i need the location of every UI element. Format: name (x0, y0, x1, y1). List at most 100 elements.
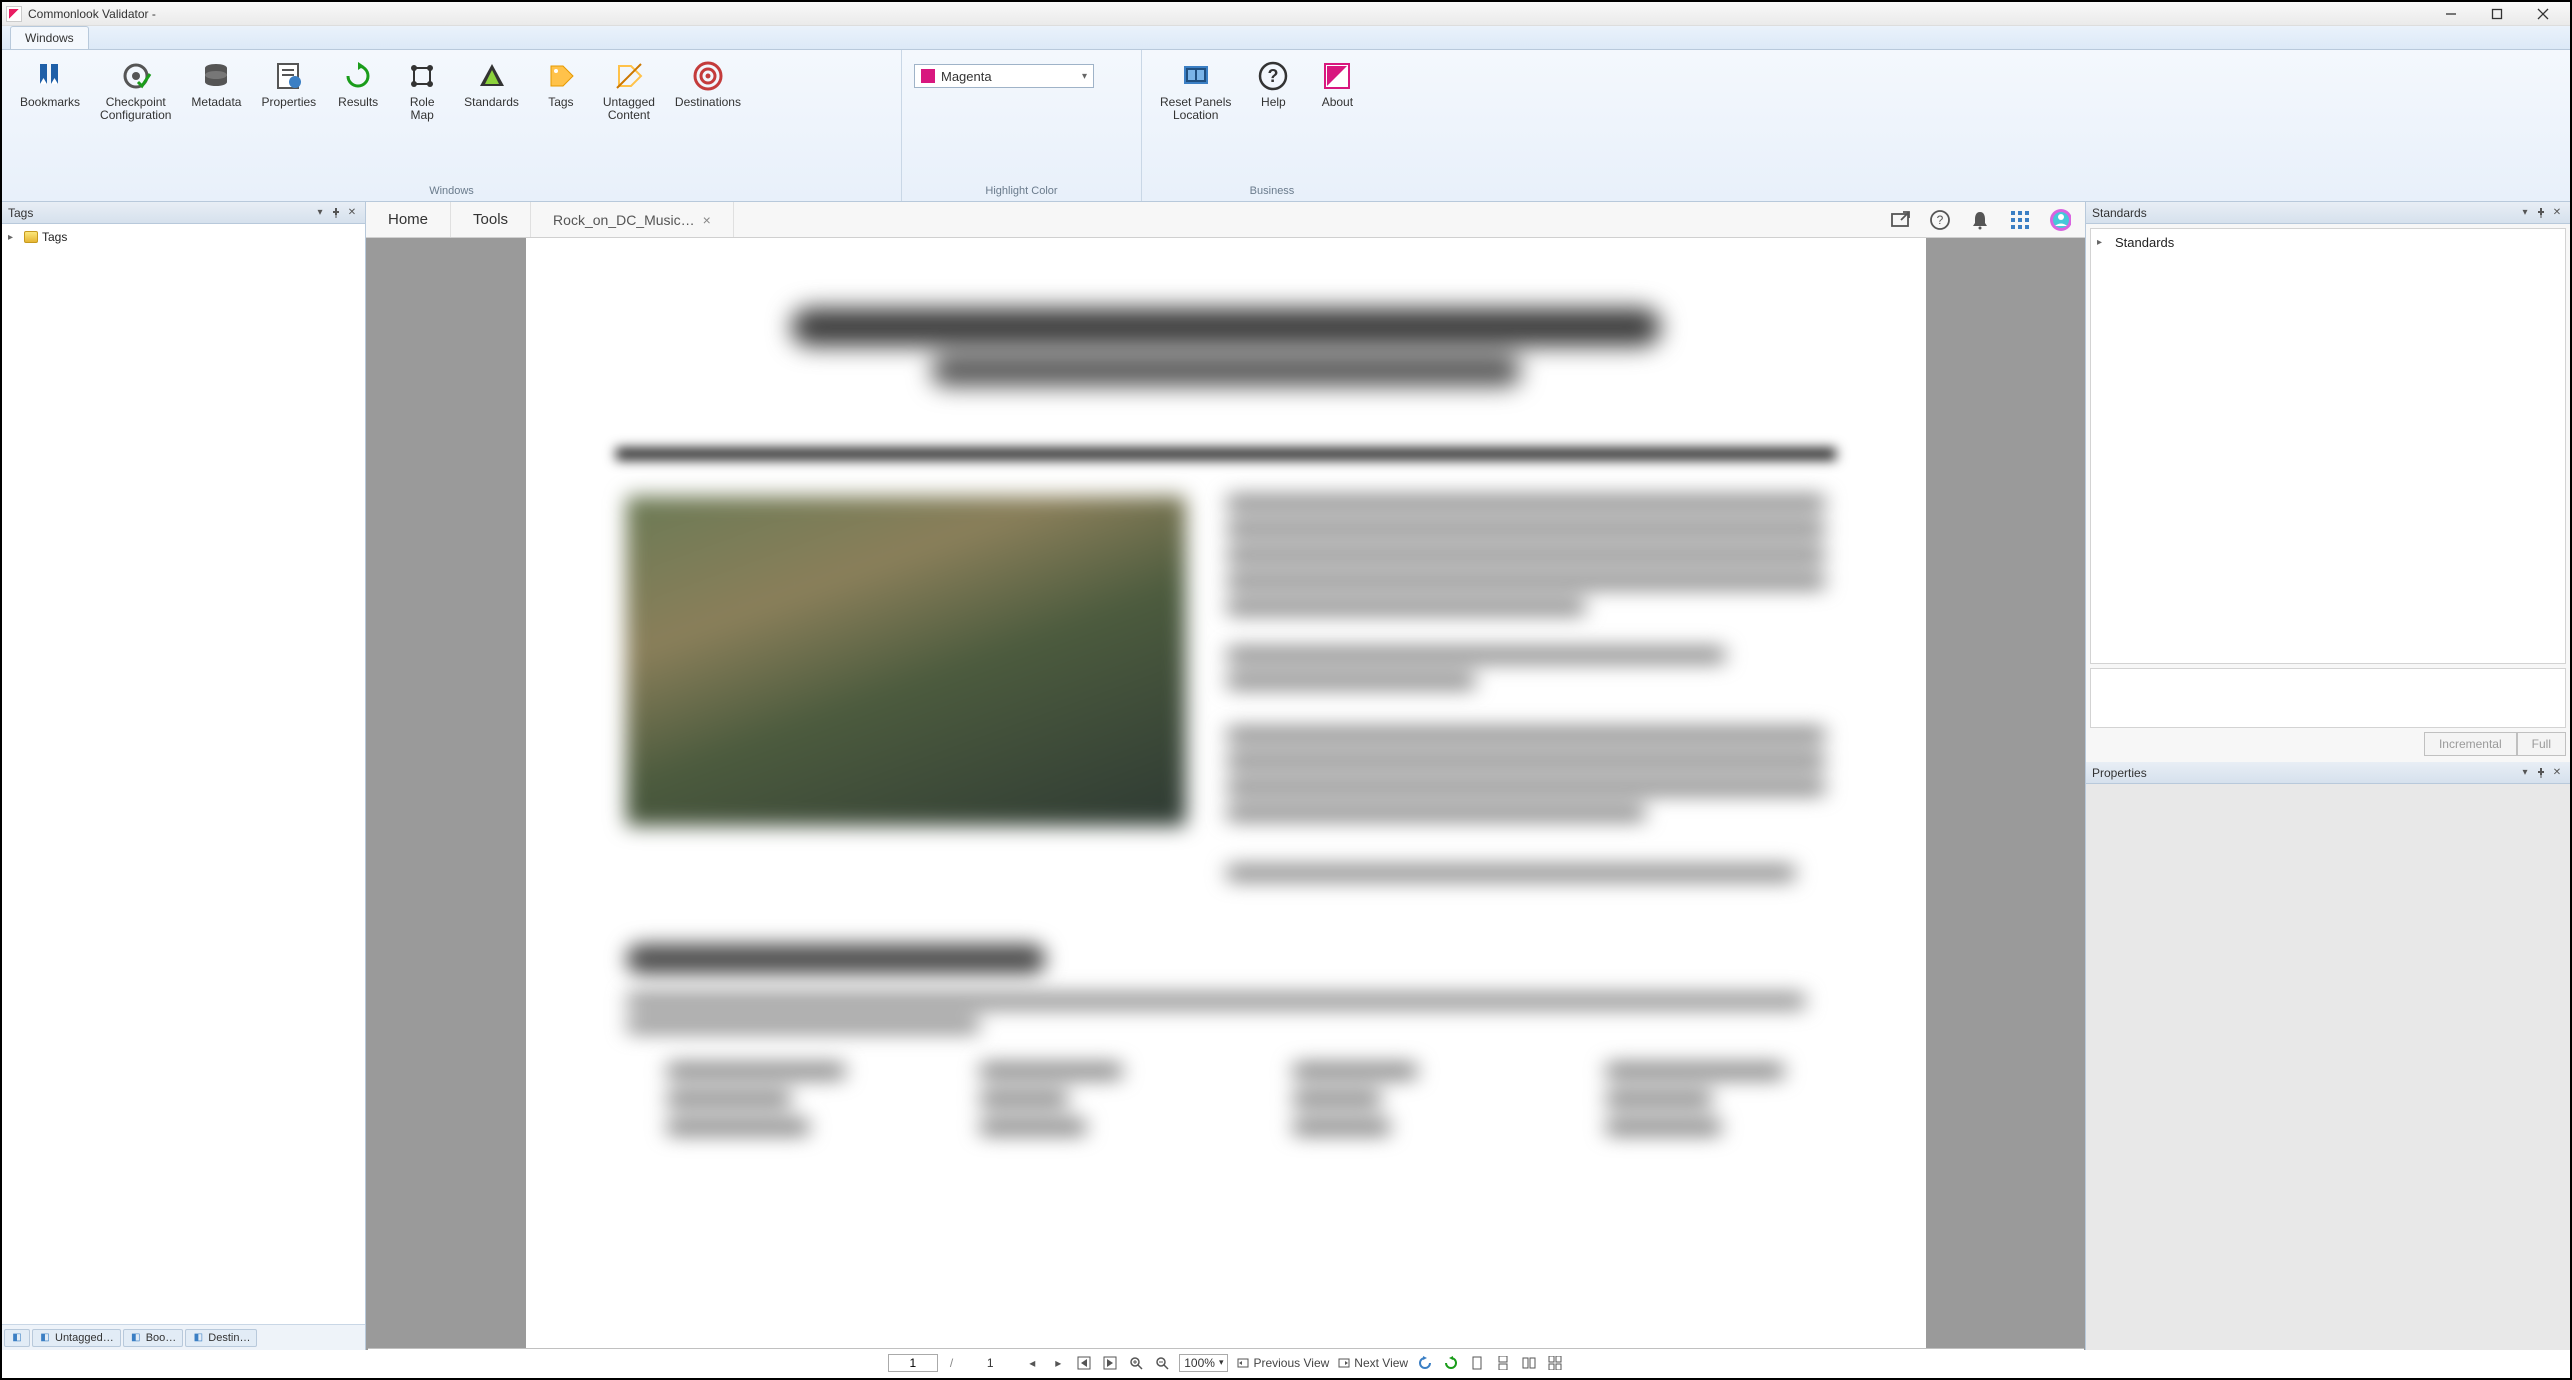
statusbar: / 1 ◂ ▸ 100%▾ Previous View Next View (368, 1348, 2084, 1376)
two-page-continuous-icon[interactable] (1546, 1354, 1564, 1372)
untagged-content-button[interactable]: Untagged Content (597, 56, 661, 183)
tags-button[interactable]: Tags (533, 56, 589, 183)
bottom-tab-icon-only[interactable]: ◧ (4, 1329, 30, 1347)
app-icon (6, 6, 22, 22)
bottom-tab-bookmarks[interactable]: ◧Boo… (123, 1329, 184, 1347)
panel-pin-icon[interactable] (2534, 206, 2548, 220)
chevron-down-icon: ▾ (1082, 71, 1087, 82)
bottom-tab-destinations[interactable]: ◧Destin… (185, 1329, 257, 1347)
left-bottom-tabs: ◧ ◧Untagged… ◧Boo… ◧Destin… (2, 1324, 365, 1350)
maximize-button[interactable] (2474, 3, 2520, 25)
help-button[interactable]: ? Help (1245, 56, 1301, 183)
document-viewer: Home Tools Rock_on_DC_Music… × ? (366, 202, 2086, 1350)
magenta-swatch-icon (921, 69, 935, 83)
document-tabs: Home Tools Rock_on_DC_Music… × ? (366, 202, 2085, 238)
zoom-select[interactable]: 100%▾ (1179, 1354, 1228, 1372)
minimize-button[interactable] (2428, 3, 2474, 25)
first-page-icon[interactable] (1075, 1354, 1093, 1372)
page-current-input[interactable] (888, 1354, 938, 1372)
close-tab-icon[interactable]: × (703, 212, 711, 228)
pdf-page (526, 238, 1926, 1350)
properties-icon (273, 60, 305, 92)
about-button[interactable]: About (1309, 56, 1365, 183)
chevron-right-icon: ▸ (2097, 237, 2109, 248)
tree-root-item[interactable]: ▸ Tags (8, 228, 359, 246)
destinations-button[interactable]: Destinations (669, 56, 747, 183)
bookmarks-tab-icon: ◧ (130, 1332, 142, 1344)
chevron-down-icon: ▾ (1219, 1357, 1224, 1368)
standards-button[interactable]: Standards (458, 56, 525, 183)
reset-panels-button[interactable]: Reset Panels Location (1154, 56, 1237, 183)
database-icon (200, 60, 232, 92)
panel-close-icon[interactable]: ✕ (2550, 206, 2564, 220)
full-button[interactable]: Full (2517, 732, 2566, 756)
incremental-button[interactable]: Incremental (2424, 732, 2517, 756)
tab-tools[interactable]: Tools (451, 202, 531, 237)
tags-panel-title: Tags (8, 206, 33, 220)
pdf-canvas[interactable] (366, 238, 2085, 1350)
tab-current-file[interactable]: Rock_on_DC_Music… × (531, 202, 734, 237)
properties-button[interactable]: Properties (255, 56, 322, 183)
role-map-button[interactable]: Role Map (394, 56, 450, 183)
rotate-cw-icon[interactable] (1442, 1354, 1460, 1372)
share-icon[interactable] (1889, 209, 1911, 231)
panel-close-icon[interactable]: ✕ (345, 206, 359, 220)
zoom-out-icon[interactable] (1153, 1354, 1171, 1372)
top-help-icon[interactable]: ? (1929, 209, 1951, 231)
results-button[interactable]: Results (330, 56, 386, 183)
svg-text:?: ? (1937, 213, 1944, 227)
refresh-icon (342, 60, 374, 92)
bell-icon[interactable] (1969, 209, 1991, 231)
close-button[interactable] (2520, 3, 2566, 25)
panel-menu-icon[interactable]: ▾ (2518, 206, 2532, 220)
untagged-icon (613, 60, 645, 92)
panel-menu-icon[interactable]: ▾ (313, 206, 327, 220)
panel-pin-icon[interactable] (2534, 766, 2548, 780)
standards-detail-box (2090, 668, 2566, 728)
panel-close-icon[interactable]: ✕ (2550, 766, 2564, 780)
prev-page-icon[interactable]: ◂ (1023, 1354, 1041, 1372)
ribbon: Bookmarks Checkpoint Configuration Metad… (2, 50, 2570, 202)
tab-home[interactable]: Home (366, 202, 451, 237)
gear-check-icon (120, 60, 152, 92)
apps-grid-icon[interactable] (2009, 209, 2031, 231)
bottom-tab-untagged[interactable]: ◧Untagged… (32, 1329, 121, 1347)
user-avatar-icon[interactable] (2049, 209, 2071, 231)
tags-tree[interactable]: ▸ Tags (2, 224, 365, 1324)
group-label-business: Business (1154, 183, 1390, 199)
page-total: 1 (965, 1354, 1015, 1372)
panel-menu-icon[interactable]: ▾ (2518, 766, 2532, 780)
continuous-page-icon[interactable] (1494, 1354, 1512, 1372)
standards-tree[interactable]: ▸ Standards (2090, 228, 2566, 664)
properties-panel-title: Properties (2092, 766, 2147, 780)
two-page-icon[interactable] (1520, 1354, 1538, 1372)
destinations-tab-icon: ◧ (192, 1332, 204, 1344)
next-view-button[interactable]: Next View (1337, 1356, 1408, 1370)
ribbon-tabs: Windows (2, 26, 2570, 50)
last-page-icon[interactable] (1101, 1354, 1119, 1372)
titlebar: Commonlook Validator - (2, 2, 2570, 26)
single-page-icon[interactable] (1468, 1354, 1486, 1372)
zoom-in-icon[interactable] (1127, 1354, 1145, 1372)
standards-root-item[interactable]: ▸ Standards (2097, 233, 2559, 252)
metadata-button[interactable]: Metadata (185, 56, 247, 183)
svg-text:?: ? (1268, 66, 1279, 86)
panels-icon (1180, 60, 1212, 92)
standards-icon (476, 60, 508, 92)
checkpoint-config-button[interactable]: Checkpoint Configuration (94, 56, 177, 183)
bookmark-icon (34, 60, 66, 92)
about-icon (1321, 60, 1353, 92)
ribbon-tab-windows[interactable]: Windows (10, 26, 89, 49)
tags-panel: Tags ▾ ✕ ▸ Tags ◧ ◧Untagged… ◧Boo… ◧Dest… (2, 202, 366, 1350)
right-column: Standards ▾ ✕ ▸ Standards Incremental Fu… (2086, 202, 2570, 1350)
next-page-icon[interactable]: ▸ (1049, 1354, 1067, 1372)
group-label-windows: Windows (14, 183, 889, 199)
panel-pin-icon[interactable] (329, 206, 343, 220)
previous-view-button[interactable]: Previous View (1236, 1356, 1329, 1370)
highlight-color-select[interactable]: Magenta ▾ (914, 64, 1094, 88)
bookmarks-button[interactable]: Bookmarks (14, 56, 86, 183)
standards-panel-title: Standards (2092, 206, 2147, 220)
rotate-ccw-icon[interactable] (1416, 1354, 1434, 1372)
chevron-right-icon: ▸ (8, 232, 20, 243)
app-title: Commonlook Validator - (28, 7, 156, 21)
